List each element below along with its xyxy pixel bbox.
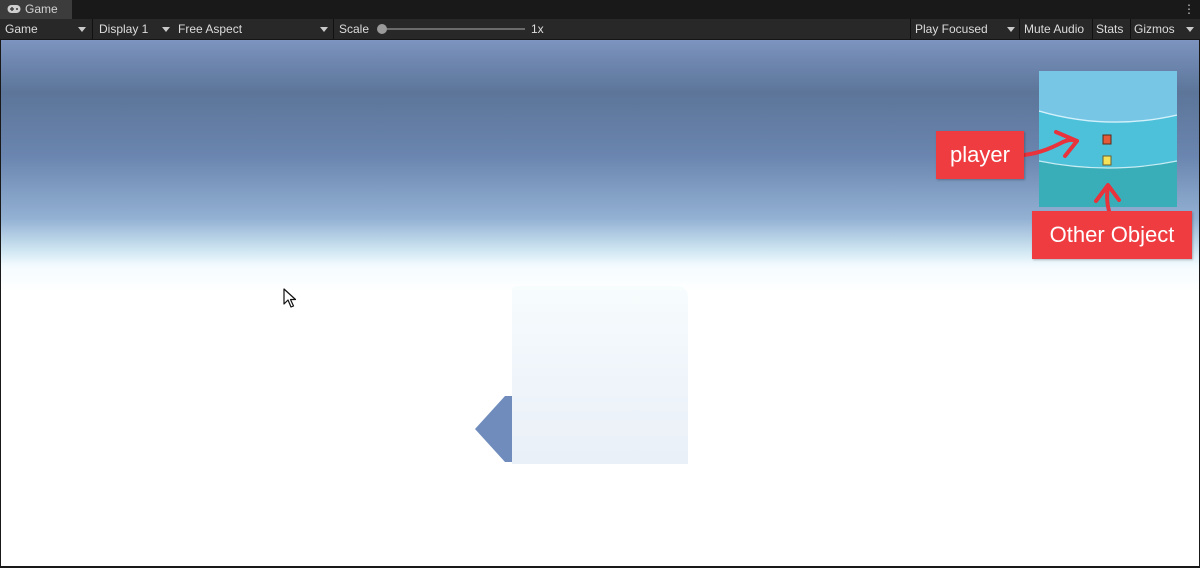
other-object-marker [1102, 155, 1112, 166]
chevron-down-icon [78, 27, 86, 32]
display-dropdown[interactable]: Display 1 [93, 19, 173, 39]
other-object-callout: Other Object [1032, 211, 1192, 259]
mute-audio-button[interactable]: Mute Audio [1024, 19, 1084, 39]
chevron-down-icon [162, 27, 170, 32]
chevron-down-icon [320, 27, 328, 32]
toolbar-divider [1130, 19, 1131, 39]
scale-slider-track[interactable] [384, 28, 525, 30]
cube-object [512, 286, 688, 464]
mouse-cursor-icon [283, 288, 297, 308]
player-marker [1102, 134, 1112, 145]
toolbar-divider [333, 19, 334, 39]
tab-game[interactable]: Game [0, 0, 72, 19]
scale-slider-handle[interactable] [377, 24, 387, 34]
game-toolbar: Game Display 1 Free Aspect Scale 1x Play… [0, 19, 1200, 40]
minimap [1039, 71, 1177, 207]
chevron-down-icon [1007, 27, 1015, 32]
game-viewport[interactable]: player Other Object [1, 40, 1199, 566]
toolbar-divider [1019, 19, 1020, 39]
aspect-dropdown[interactable]: Free Aspect [174, 19, 332, 39]
tab-label: Game [25, 2, 58, 16]
wedge-object [475, 396, 515, 462]
scale-label: Scale [339, 22, 370, 36]
player-callout: player [936, 131, 1024, 179]
play-focused-label: Play Focused [915, 22, 988, 36]
tab-bar: Game ⋮ [0, 0, 1200, 19]
play-focused-dropdown[interactable]: Play Focused [911, 19, 1018, 39]
display-dropdown-label: Display 1 [99, 22, 149, 36]
view-dropdown[interactable]: Game [0, 19, 92, 39]
gizmos-dropdown-icon[interactable] [1186, 27, 1194, 32]
kebab-menu-icon[interactable]: ⋮ [1183, 2, 1195, 16]
stats-button[interactable]: Stats [1096, 19, 1123, 39]
view-dropdown-label: Game [5, 22, 38, 36]
scale-value: 1x [531, 22, 544, 36]
toolbar-divider [1092, 19, 1093, 39]
gamepad-icon [7, 5, 21, 13]
aspect-dropdown-label: Free Aspect [178, 22, 243, 36]
gizmos-button[interactable]: Gizmos [1134, 19, 1175, 39]
